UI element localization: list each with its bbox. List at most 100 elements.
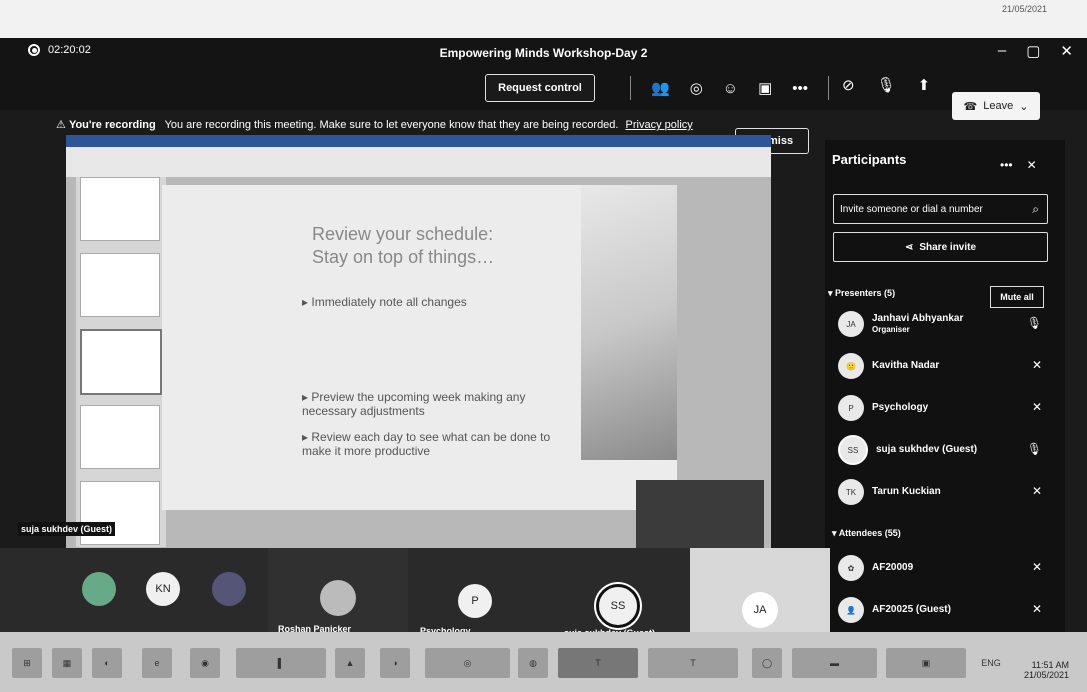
panel-title: Participants [832, 152, 907, 167]
avatar: SS [596, 584, 640, 628]
participant-row[interactable]: P Psychology ✕ [838, 392, 1048, 424]
mic-muted-icon: ✕ [1031, 560, 1042, 574]
app-icon[interactable]: ◉ [190, 648, 220, 678]
maximize-icon[interactable]: ▢ [1026, 42, 1040, 60]
language-indicator[interactable]: ENG [976, 648, 1006, 678]
privacy-policy-link[interactable]: Privacy policy [626, 119, 693, 131]
participant-row[interactable]: ✿ AF20009 ✕ [838, 552, 1048, 584]
share-icon: ⋖ [904, 241, 914, 253]
participants-icon[interactable]: 👥 [651, 79, 670, 97]
toolbar-divider [630, 76, 631, 100]
participant-row[interactable]: TK Tarun Kuckian ✕ [838, 476, 1048, 508]
slide-decoration [581, 185, 677, 460]
phone-icon: ☎ [963, 100, 978, 113]
more-options-icon[interactable]: ••• [1000, 158, 1013, 172]
rooms-icon[interactable]: ▣ [758, 79, 772, 97]
slide-bullet: ▸ Preview the upcoming week making any n… [302, 390, 526, 418]
mute-all-button[interactable]: Mute all [990, 286, 1044, 308]
start-icon[interactable]: ⊞ [12, 648, 42, 678]
clock-date: 21/05/2021 [1023, 670, 1069, 680]
mic-icon: 🎙 [1026, 442, 1042, 456]
current-slide: Review your schedule: Stay on top of thi… [162, 185, 677, 510]
app-icon[interactable]: ◯ [752, 648, 782, 678]
presenters-section-header[interactable]: ▾ Presenters (5) [828, 288, 895, 299]
avatar[interactable] [212, 572, 246, 606]
invite-input[interactable]: Invite someone or dial a number ⌕ [833, 194, 1048, 224]
mic-muted-icon: ✕ [1031, 358, 1042, 372]
slide-bullet: ▸ Review each day to see what can be don… [302, 430, 551, 458]
title-bar: 02:20:02 Empowering Minds Workshop-Day 2… [0, 38, 1087, 68]
app-ribbon [66, 147, 771, 177]
warning-icon: ⚠ [56, 119, 66, 131]
request-control-button[interactable]: Request control [485, 74, 595, 102]
mic-muted-icon: ✕ [1031, 484, 1042, 498]
participant-row[interactable]: SS suja sukhdev (Guest) 🎙 [838, 434, 1048, 466]
date-stamp: 21/05/2021 [1001, 4, 1047, 14]
participant-row[interactable]: 🙂 Kavitha Nadar ✕ [838, 350, 1048, 382]
slide-thumbnail [80, 405, 160, 469]
minimize-icon[interactable]: – [998, 42, 1006, 60]
meeting-title: Empowering Minds Workshop-Day 2 [439, 46, 648, 60]
teams-icon[interactable]: T [558, 648, 638, 678]
share-screen-icon[interactable]: ⬆ [918, 76, 931, 94]
participant-row[interactable]: 👤 AF20025 (Guest) ✕ [838, 594, 1048, 626]
video-tile[interactable]: Roshan Panicker [268, 548, 408, 644]
more-options-icon[interactable]: ••• [792, 80, 808, 97]
video-tile[interactable]: SS suja sukhdev (Guest) [544, 548, 689, 644]
self-video-preview [636, 480, 764, 558]
chrome-icon[interactable]: ◎ [425, 648, 510, 678]
background-desk: 21/05/2021 [0, 0, 1087, 38]
share-invite-button[interactable]: ⋖ Share invite [833, 232, 1048, 262]
share-invite-label: Share invite [919, 241, 977, 253]
participant-name: AF20009 [872, 562, 914, 573]
close-panel-icon[interactable]: ✕ [1027, 158, 1037, 172]
video-tile[interactable]: JA [690, 548, 830, 644]
slide-thumbnail [80, 253, 160, 317]
app-icon[interactable]: ◐ [92, 648, 122, 678]
meeting-toolbar: Request control 👥 ◎ ☺ ▣ ••• ⊘ 🎙 ⬆ [0, 68, 1087, 110]
avatar: SS [838, 435, 868, 465]
avatar[interactable] [82, 572, 116, 606]
participant-name: Psychology [872, 402, 929, 413]
avatar: TK [838, 479, 864, 505]
toolbar-divider [828, 76, 830, 100]
teams-icon[interactable]: T [648, 648, 738, 678]
app-icon[interactable]: ▲ [335, 648, 365, 678]
participant-row[interactable]: JA Janhavi Abhyankar Organiser 🎙 [838, 308, 1048, 340]
attendees-section-header[interactable]: ▾ Attendees (55) [832, 528, 901, 539]
explorer-icon[interactable]: ▬ [792, 648, 877, 678]
participant-name: AF20025 (Guest) [872, 604, 951, 615]
microphone-icon[interactable]: 🎙 [877, 76, 896, 94]
avatar: P [838, 395, 864, 421]
mic-muted-icon: ✕ [1031, 602, 1042, 616]
browser-icon[interactable]: e [142, 648, 172, 678]
app-icon[interactable]: ▦ [52, 648, 82, 678]
participant-role: Organiser [872, 325, 910, 335]
participant-name: suja sukhdev (Guest) [876, 444, 978, 455]
banner-message: You are recording this meeting. Make sur… [164, 119, 619, 131]
avatar: 🙂 [838, 353, 864, 379]
close-icon[interactable]: ✕ [1060, 42, 1073, 60]
search-icon[interactable]: ⌕ [1032, 202, 1039, 217]
video-tile[interactable]: P Psychology [410, 548, 540, 644]
leave-button[interactable]: ☎ Leave ⌄ [952, 92, 1040, 120]
camera-off-icon[interactable]: ⊘ [842, 76, 855, 94]
app-icon[interactable]: ◑ [380, 648, 410, 678]
invite-placeholder: Invite someone or dial a number [840, 203, 983, 215]
leave-label: Leave [983, 100, 1014, 112]
participant-name: Janhavi Abhyankar [872, 313, 964, 325]
presenter-name-tag: suja sukhdev (Guest) [18, 522, 116, 536]
taskbar-app[interactable]: ▣ [886, 648, 966, 678]
slide-bullet: ▸ Immediately note all changes [302, 295, 467, 309]
app-icon[interactable]: ◍ [518, 648, 548, 678]
avatar: 👤 [838, 597, 864, 623]
avatar[interactable]: KN [146, 572, 180, 606]
slide-title: Review your schedule: Stay on top of thi… [312, 224, 495, 267]
chat-icon[interactable]: ◎ [690, 79, 703, 97]
chevron-down-icon[interactable]: ⌄ [1019, 100, 1028, 113]
taskbar-app[interactable]: ▌ [236, 648, 326, 678]
clock-time: 11:51 AM [1031, 660, 1069, 670]
participant-name: Tarun Kuckian [872, 486, 941, 497]
reactions-icon[interactable]: ☺ [723, 80, 738, 97]
system-clock[interactable]: 11:51 AM 21/05/2021 [1024, 660, 1069, 680]
